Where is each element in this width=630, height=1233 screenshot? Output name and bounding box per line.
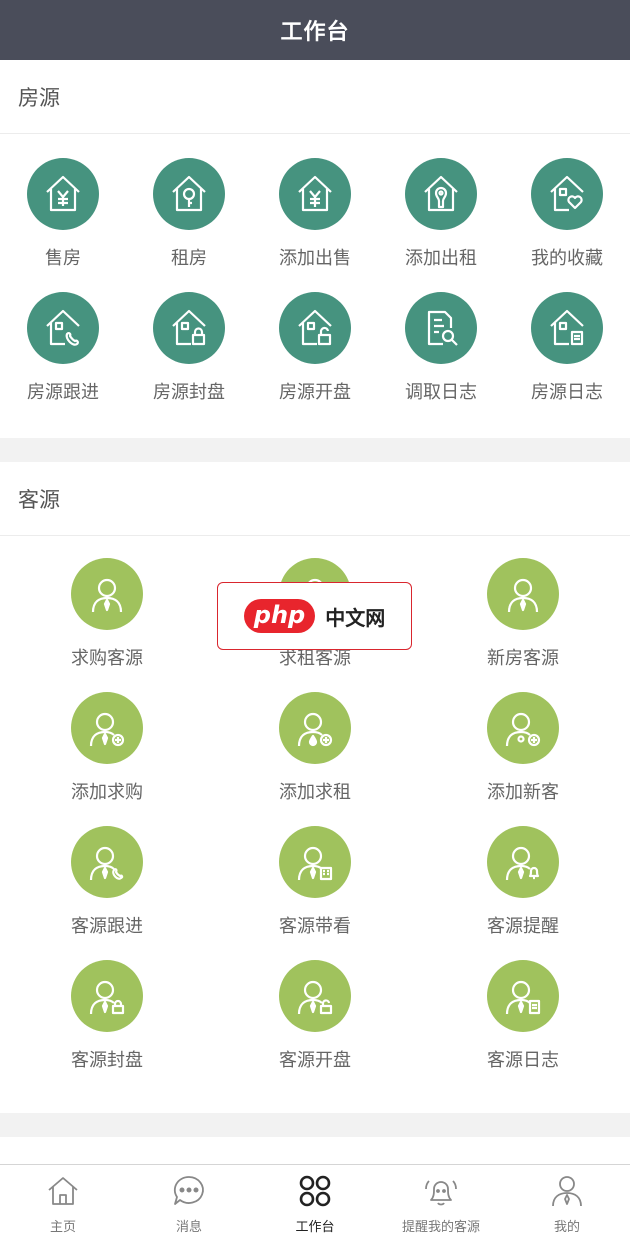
chat-bubble-icon	[171, 1173, 207, 1213]
house-item-label: 售房	[45, 248, 81, 269]
house-item-label: 房源跟进	[27, 382, 99, 403]
client-item-remind[interactable]: 客源提醒	[419, 826, 627, 938]
house-item-label: 租房	[171, 248, 207, 269]
person-add-icon	[279, 692, 351, 764]
tab-label: 工作台	[295, 1220, 335, 1233]
house-item-sell[interactable]: 售房	[0, 158, 126, 270]
house-document-icon	[531, 292, 603, 364]
tab-messages[interactable]: 消息	[126, 1165, 252, 1233]
house-section-header: 房源	[0, 60, 630, 134]
person-document-icon	[487, 960, 559, 1032]
house-yen-add-icon	[279, 158, 351, 230]
client-item-label: 新房客源	[487, 648, 559, 669]
tab-reminders[interactable]: 提醒我的客源	[378, 1165, 504, 1233]
client-item-log[interactable]: 客源日志	[419, 960, 627, 1072]
home-icon	[45, 1173, 81, 1213]
client-item-label: 客源开盘	[279, 1050, 351, 1071]
person-tie-icon	[71, 558, 143, 630]
house-item-add-sell[interactable]: 添加出售	[252, 158, 378, 270]
person-building-icon	[279, 826, 351, 898]
person-lock-icon	[71, 960, 143, 1032]
person-bell-icon	[487, 826, 559, 898]
house-grid: 售房 租房 添加出售 添加出租 我的收藏 房源跟进 房源封盘 房源开盘 调取日志…	[0, 134, 630, 404]
person-add-icon	[71, 692, 143, 764]
client-section: 客源 求购客源 求租客源 新房客源 添加求购 添加求租 添加新客 客源跟进 客源…	[0, 462, 630, 1113]
house-item-followup[interactable]: 房源跟进	[0, 292, 126, 404]
client-item-label: 添加新客	[487, 782, 559, 803]
house-item-label: 调取日志	[405, 382, 477, 403]
house-item-favorites[interactable]: 我的收藏	[504, 158, 630, 270]
house-section: 房源 售房 租房 添加出售 添加出租 我的收藏 房源跟进 房源封盘 房源开盘 调…	[0, 60, 630, 438]
house-item-fetch-log[interactable]: 调取日志	[378, 292, 504, 404]
client-item-viewing[interactable]: 客源带看	[211, 826, 419, 938]
client-section-header: 客源	[0, 462, 630, 536]
person-unlock-icon	[279, 960, 351, 1032]
client-item-label: 客源跟进	[71, 916, 143, 937]
person-tie-icon	[487, 558, 559, 630]
client-item-followup[interactable]: 客源跟进	[3, 826, 211, 938]
person-icon	[549, 1173, 585, 1213]
house-item-label: 房源日志	[531, 382, 603, 403]
house-phone-icon	[27, 292, 99, 364]
bell-icon	[423, 1173, 459, 1213]
house-item-label: 我的收藏	[531, 248, 603, 269]
client-item-add-buy[interactable]: 添加求购	[3, 692, 211, 804]
tab-mine[interactable]: 我的	[504, 1165, 630, 1233]
house-item-log[interactable]: 房源日志	[504, 292, 630, 404]
client-item-label: 客源提醒	[487, 916, 559, 937]
house-item-lock[interactable]: 房源封盘	[126, 292, 252, 404]
php-logo: php	[243, 599, 316, 633]
bottom-tab-bar: 主页 消息 工作台 提醒我的客源 我的	[0, 1164, 630, 1233]
house-heart-icon	[531, 158, 603, 230]
php-cn-watermark[interactable]: php 中文网	[217, 582, 412, 650]
house-yen-icon	[27, 158, 99, 230]
client-item-add-rent[interactable]: 添加求租	[211, 692, 419, 804]
client-item-label: 客源封盘	[71, 1050, 143, 1071]
client-item-label: 客源日志	[487, 1050, 559, 1071]
tab-label: 提醒我的客源	[401, 1220, 480, 1233]
house-item-rent[interactable]: 租房	[126, 158, 252, 270]
house-unlock-icon	[279, 292, 351, 364]
php-cn-text: 中文网	[325, 605, 386, 630]
client-item-add-new[interactable]: 添加新客	[419, 692, 627, 804]
workbench-grid-icon	[297, 1173, 333, 1213]
house-key-add-icon	[405, 158, 477, 230]
top-bar: 工作台	[0, 0, 630, 60]
client-item-label: 添加求租	[279, 782, 351, 803]
house-item-label: 添加出租	[405, 248, 477, 269]
person-add-icon	[487, 692, 559, 764]
client-item-buy[interactable]: 求购客源	[3, 558, 211, 670]
house-item-label: 房源封盘	[153, 382, 225, 403]
client-item-unlock[interactable]: 客源开盘	[211, 960, 419, 1072]
house-key-icon	[153, 158, 225, 230]
document-search-icon	[405, 292, 477, 364]
house-item-add-rent[interactable]: 添加出租	[378, 158, 504, 270]
client-item-label: 客源带看	[279, 916, 351, 937]
page-title: 工作台	[280, 20, 350, 45]
client-item-label: 求购客源	[71, 648, 143, 669]
house-item-label: 房源开盘	[279, 382, 351, 403]
house-item-unlock[interactable]: 房源开盘	[252, 292, 378, 404]
person-phone-icon	[71, 826, 143, 898]
tab-label: 消息	[175, 1220, 202, 1233]
tab-home[interactable]: 主页	[0, 1165, 126, 1233]
client-item-lock[interactable]: 客源封盘	[3, 960, 211, 1072]
client-item-label: 添加求购	[71, 782, 143, 803]
next-section-stub	[0, 1137, 630, 1164]
client-item-new-house[interactable]: 新房客源	[419, 558, 627, 670]
house-lock-icon	[153, 292, 225, 364]
tab-label: 主页	[49, 1220, 76, 1233]
house-item-label: 添加出售	[279, 248, 351, 269]
tab-label: 我的	[553, 1220, 580, 1233]
tab-workbench[interactable]: 工作台	[252, 1165, 378, 1233]
